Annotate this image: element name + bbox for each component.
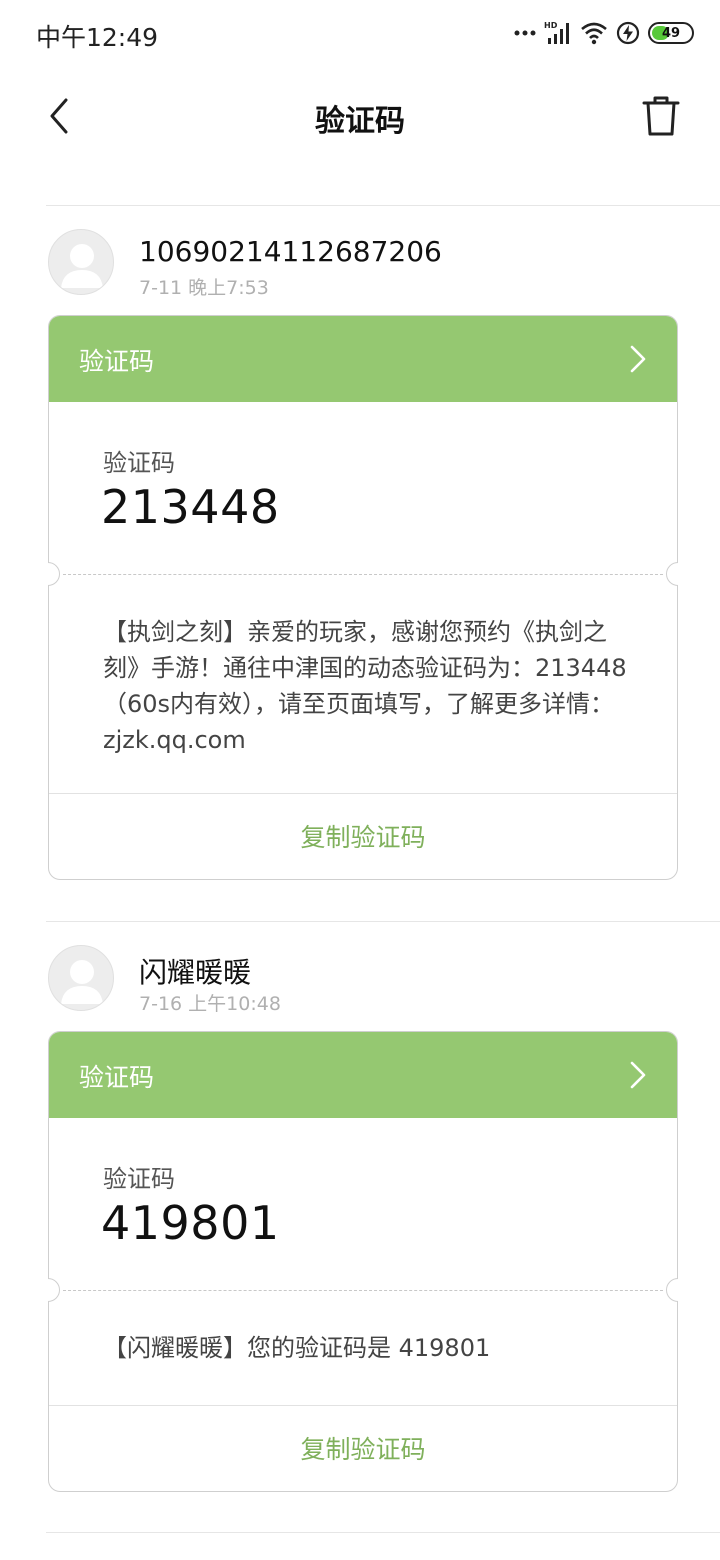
message-body: 【闪耀暖暖】您的验证码是 419801	[103, 1334, 491, 1362]
page-title: 验证码	[315, 104, 405, 139]
status-bar: 中午12:49 HD 49	[0, 0, 720, 66]
card-title: 验证码	[79, 347, 155, 376]
trash-icon	[642, 96, 680, 136]
hd-signal-icon: HD	[544, 21, 569, 44]
code-label: 验证码	[103, 1165, 175, 1193]
card-title: 验证码	[79, 1063, 155, 1092]
dashed-separator	[63, 574, 663, 575]
card-header-button[interactable]: 验证码	[49, 1032, 677, 1118]
divider	[46, 1532, 720, 1533]
message-time: 7-11 晚上7:53	[139, 277, 269, 299]
card-header-button[interactable]: 验证码	[49, 316, 677, 402]
avatar[interactable]	[48, 229, 114, 295]
charging-icon	[616, 21, 640, 45]
sender-name: 闪耀暖暖	[139, 956, 252, 989]
verification-card: 验证码 验证码 419801 【闪耀暖暖】您的验证码是 419801 复制验证码	[48, 1031, 678, 1492]
ticket-notch-left	[48, 1278, 60, 1302]
divider	[46, 921, 720, 922]
header: 验证码	[0, 66, 720, 166]
wifi-icon	[581, 22, 607, 45]
svg-text:HD: HD	[544, 21, 558, 30]
battery-level-text: 49	[661, 25, 681, 41]
ticket-notch-left	[48, 562, 60, 586]
message-item	[0, 1532, 720, 1560]
message-time: 7-16 上午10:48	[139, 993, 281, 1015]
delete-button[interactable]	[640, 94, 682, 138]
chevron-right-icon	[630, 1061, 646, 1089]
divider	[46, 205, 720, 206]
default-avatar-icon	[61, 244, 103, 288]
status-time: 中午12:49	[36, 23, 159, 52]
copy-code-button[interactable]: 复制验证码	[49, 794, 677, 878]
battery-icon: 49	[648, 22, 694, 44]
ticket-notch-right	[666, 562, 678, 586]
ticket-notch-right	[666, 1278, 678, 1302]
message-item: 闪耀暖暖 7-16 上午10:48 验证码 验证码 419801 【闪耀暖暖】您…	[0, 921, 720, 1511]
message-item: 10690214112687206 7-11 晚上7:53 验证码 验证码 21…	[0, 205, 720, 895]
chevron-right-icon	[630, 345, 646, 373]
avatar[interactable]	[48, 945, 114, 1011]
verification-card: 验证码 验证码 213448 【执剑之刻】亲爱的玩家，感谢您预约《执剑之刻》手游…	[48, 315, 678, 880]
dashed-separator	[63, 1290, 663, 1291]
code-label: 验证码	[103, 449, 175, 477]
sender-name: 10690214112687206	[139, 235, 442, 268]
verification-code: 419801	[101, 1196, 280, 1250]
more-dots-icon	[514, 30, 536, 36]
copy-code-button[interactable]: 复制验证码	[49, 1406, 677, 1490]
status-icons: HD 49	[514, 16, 694, 50]
default-avatar-icon	[61, 960, 103, 1004]
verification-code: 213448	[101, 480, 280, 534]
message-body: 【执剑之刻】亲爱的玩家，感谢您预约《执剑之刻》手游！通往中津国的动态验证码为：2…	[103, 618, 627, 754]
